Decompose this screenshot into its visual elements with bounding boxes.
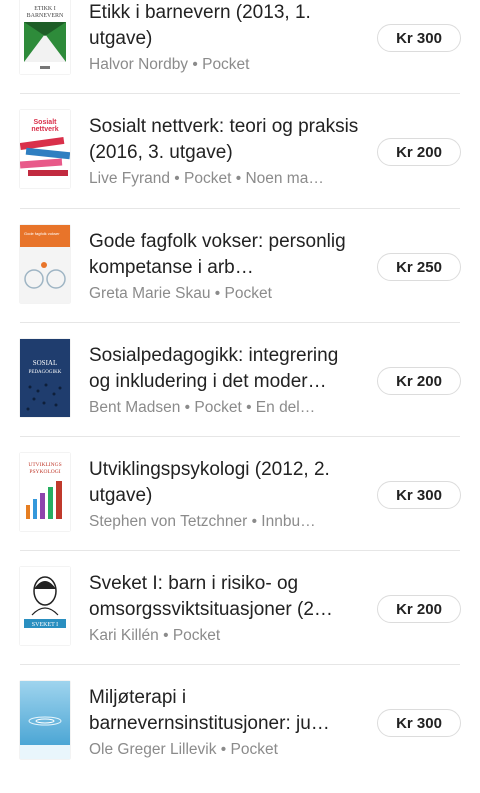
book-title[interactable]: Etikk i barnevern (2013, 1. utgave): [89, 0, 359, 52]
svg-text:SOSIAL: SOSIAL: [33, 359, 58, 367]
book-meta: Greta Marie Skau • Pocket: [89, 285, 272, 302]
svg-text:Sosialt: Sosialt: [34, 119, 58, 126]
svg-text:PSYKOLOGI: PSYKOLOGI: [29, 469, 60, 475]
price-badge[interactable]: Kr 200: [377, 367, 461, 395]
book-cover[interactable]: Sosialt nettverk: [20, 110, 70, 188]
divider: [20, 208, 460, 209]
list-item[interactable]: SOSIAL PEDAGOGIKK Sosialpedagogikk: inte…: [0, 337, 480, 451]
svg-text:nettverk: nettverk: [31, 126, 58, 133]
book-title[interactable]: Sosialpedagogikk: integrering og inklude…: [89, 343, 359, 395]
price-badge[interactable]: Kr 200: [377, 138, 461, 166]
book-meta: Live Fyrand • Pocket • Noen ma…: [89, 170, 324, 187]
price-badge[interactable]: Kr 300: [377, 24, 461, 52]
svg-text:BARNEVERN: BARNEVERN: [27, 13, 64, 19]
book-cover[interactable]: UTVIKLINGS PSYKOLOGI: [20, 453, 70, 531]
book-title[interactable]: Gode fagfolk vokser: personlig kompetans…: [89, 229, 359, 281]
price-badge[interactable]: Kr 300: [377, 709, 461, 737]
divider: [20, 322, 460, 323]
svg-text:PEDAGOGIKK: PEDAGOGIKK: [29, 370, 62, 375]
svg-text:ETIKK I: ETIKK I: [34, 6, 56, 12]
book-cover[interactable]: [20, 681, 70, 759]
book-title[interactable]: Sosialt nettverk: teori og praksis (2016…: [89, 114, 359, 166]
svg-text:Gode fagfolk vokser: Gode fagfolk vokser: [24, 231, 60, 236]
list-item[interactable]: ETIKK I BARNEVERN Etikk i barnevern (201…: [0, 0, 480, 108]
list-item[interactable]: Sosialt nettverk Sosialt nettverk: teori…: [0, 108, 480, 222]
list-item[interactable]: Miljøterapi i barnevernsinstitusjoner: j…: [0, 679, 480, 793]
divider: [20, 436, 460, 437]
book-title[interactable]: Utviklingspsykologi (2012, 2. utgave): [89, 457, 359, 509]
divider: [20, 550, 460, 551]
svg-text:UTVIKLINGS: UTVIKLINGS: [28, 462, 61, 468]
list-item[interactable]: Gode fagfolk vokser Gode fagfolk vokser:…: [0, 223, 480, 337]
list-item[interactable]: SVEKET I Sveket I: barn i risiko- og oms…: [0, 565, 480, 679]
book-meta: Halvor Nordby • Pocket: [89, 56, 250, 73]
book-title[interactable]: Miljøterapi i barnevernsinstitusjoner: j…: [89, 685, 359, 737]
book-cover[interactable]: SVEKET I: [20, 567, 70, 645]
divider: [20, 664, 460, 665]
book-meta: Stephen von Tetzchner • Innbu…: [89, 513, 316, 530]
divider: [20, 93, 460, 94]
list-item[interactable]: UTVIKLINGS PSYKOLOGI Utviklingspsykologi…: [0, 451, 480, 565]
book-cover[interactable]: ETIKK I BARNEVERN: [20, 0, 70, 74]
svg-text:SVEKET I: SVEKET I: [32, 622, 58, 628]
price-badge[interactable]: Kr 200: [377, 595, 461, 623]
book-meta: Ole Greger Lillevik • Pocket: [89, 741, 278, 758]
book-cover[interactable]: SOSIAL PEDAGOGIKK: [20, 339, 70, 417]
book-cover[interactable]: Gode fagfolk vokser: [20, 225, 70, 303]
book-meta: Kari Killén • Pocket: [89, 627, 221, 644]
price-badge[interactable]: Kr 250: [377, 253, 461, 281]
price-badge[interactable]: Kr 300: [377, 481, 461, 509]
book-title[interactable]: Sveket I: barn i risiko- og omsorgssvikt…: [89, 571, 359, 623]
book-meta: Bent Madsen • Pocket • En del…: [89, 399, 316, 416]
